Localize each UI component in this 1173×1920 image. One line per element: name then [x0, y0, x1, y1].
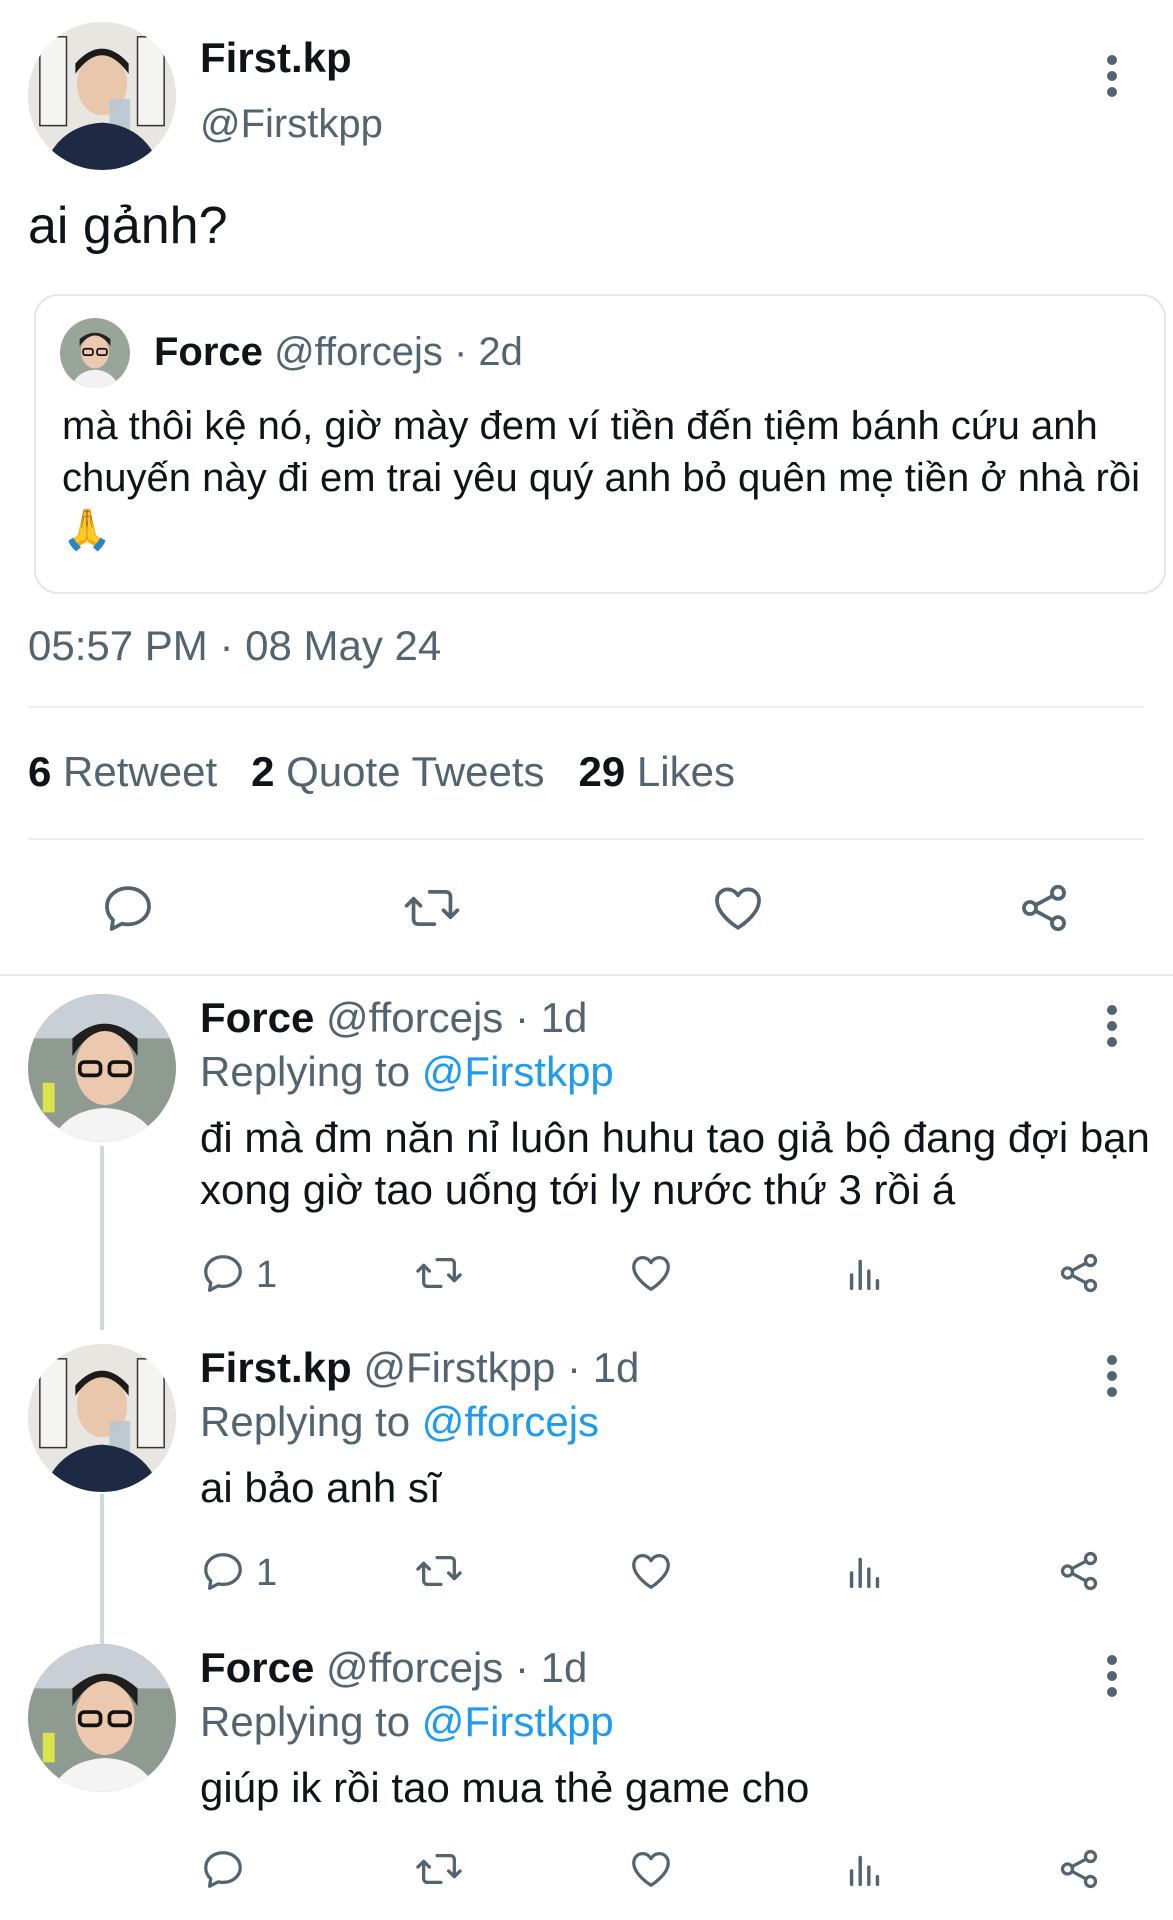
quote-stat[interactable]: 2 Quote Tweets	[251, 748, 544, 795]
retweet-icon[interactable]	[402, 880, 462, 936]
section-divider	[0, 974, 1173, 976]
reply-count: 1	[256, 1552, 278, 1594]
replying-to: Replying to @Firstkpp	[200, 1698, 614, 1745]
reply-age: · 1d	[567, 1344, 640, 1391]
main-author-name[interactable]: First.kp	[200, 34, 352, 82]
quoted-tweet-text: mà thôi kệ nó, giờ mày đem ví tiền đến t…	[62, 404, 1141, 552]
quoted-separator: ·	[442, 330, 479, 374]
retweet-icon[interactable]	[414, 1250, 464, 1296]
reply-icon[interactable]	[200, 1846, 246, 1892]
reply-count: 1	[256, 1254, 278, 1296]
reply-author-name[interactable]: Force	[200, 994, 314, 1041]
replying-to: Replying to @Firstkpp	[200, 1048, 614, 1095]
quoted-header: Force @fforcejs · 2d	[154, 330, 523, 375]
replying-to: Replying to @fforcejs	[200, 1398, 600, 1445]
reply-header: First.kp @Firstkpp · 1d	[200, 1344, 639, 1392]
thread-line	[100, 1146, 104, 1330]
share-icon[interactable]	[1016, 880, 1072, 936]
retweet-icon[interactable]	[414, 1846, 464, 1892]
reply-icon[interactable]	[200, 1250, 246, 1296]
replying-to-link[interactable]: @Firstkpp	[422, 1698, 614, 1745]
avatar-image	[28, 1644, 176, 1792]
quoted-avatar	[60, 318, 130, 388]
more-vertical-icon[interactable]	[1100, 1652, 1124, 1700]
analytics-icon[interactable]	[842, 1846, 888, 1892]
quoted-age: 2d	[478, 330, 523, 374]
replying-to-link[interactable]: @fforcejs	[422, 1398, 599, 1445]
tweet-stats: 6 Retweet 2 Quote Tweets 29 Likes	[28, 748, 735, 796]
heart-icon[interactable]	[628, 1250, 674, 1296]
analytics-icon[interactable]	[842, 1548, 888, 1594]
reply-header: Force @fforcejs · 1d	[200, 1644, 587, 1692]
main-author-handle[interactable]: @Firstkpp	[200, 102, 383, 147]
likes-stat[interactable]: 29 Likes	[579, 748, 735, 795]
heart-icon[interactable]	[628, 1548, 674, 1594]
reply-text: ai bảo anh sĩ	[200, 1464, 441, 1511]
replying-to-link[interactable]: @Firstkpp	[422, 1048, 614, 1095]
reply-author-handle[interactable]: @fforcejs	[326, 1644, 503, 1691]
avatar-image	[28, 22, 176, 170]
retweet-stat[interactable]: 6 Retweet	[28, 748, 217, 795]
avatar-force[interactable]	[28, 1644, 176, 1792]
reply-icon[interactable]	[100, 880, 156, 936]
reply-author-name[interactable]: Force	[200, 1644, 314, 1691]
thread-line	[100, 1494, 104, 1644]
reply-author-handle[interactable]: @Firstkpp	[363, 1344, 555, 1391]
heart-icon[interactable]	[710, 880, 766, 936]
more-vertical-icon[interactable]	[1100, 52, 1124, 100]
divider	[28, 706, 1144, 708]
quoted-tweet-card[interactable]: Force @fforcejs · 2d mà thôi kệ nó, giờ …	[34, 294, 1166, 594]
divider	[28, 838, 1144, 840]
avatar-image	[28, 994, 176, 1142]
tweet-timestamp[interactable]: 05:57 PM · 08 May 24	[28, 622, 441, 670]
avatar-force[interactable]	[28, 994, 176, 1142]
reply-author-name[interactable]: First.kp	[200, 1344, 352, 1391]
avatar-first-kp[interactable]	[28, 22, 176, 170]
reply-age: · 1d	[514, 994, 588, 1041]
analytics-icon[interactable]	[842, 1250, 888, 1296]
quoted-author-handle[interactable]: @fforcejs	[274, 330, 443, 374]
avatar-image	[28, 1344, 176, 1492]
share-icon[interactable]	[1056, 1250, 1102, 1296]
reply-header: Force @fforcejs · 1d	[200, 994, 587, 1042]
quoted-author-name[interactable]: Force	[154, 330, 263, 374]
heart-icon[interactable]	[628, 1846, 674, 1892]
more-vertical-icon[interactable]	[1100, 1352, 1124, 1400]
share-icon[interactable]	[1056, 1548, 1102, 1594]
reply-text: giúp ik rồi tao mua thẻ game cho	[200, 1764, 810, 1811]
avatar-first-kp[interactable]	[28, 1344, 176, 1492]
share-icon[interactable]	[1056, 1846, 1102, 1892]
more-vertical-icon[interactable]	[1100, 1002, 1124, 1050]
reply-author-handle[interactable]: @fforcejs	[326, 994, 503, 1041]
reply-icon[interactable]	[200, 1548, 246, 1594]
reply-age: · 1d	[514, 1644, 588, 1691]
main-tweet-text: ai gảnh?	[28, 197, 228, 255]
reply-text: đi mà đm năn nỉ luôn huhu tao giả bộ đan…	[200, 1114, 1150, 1213]
retweet-icon[interactable]	[414, 1548, 464, 1594]
